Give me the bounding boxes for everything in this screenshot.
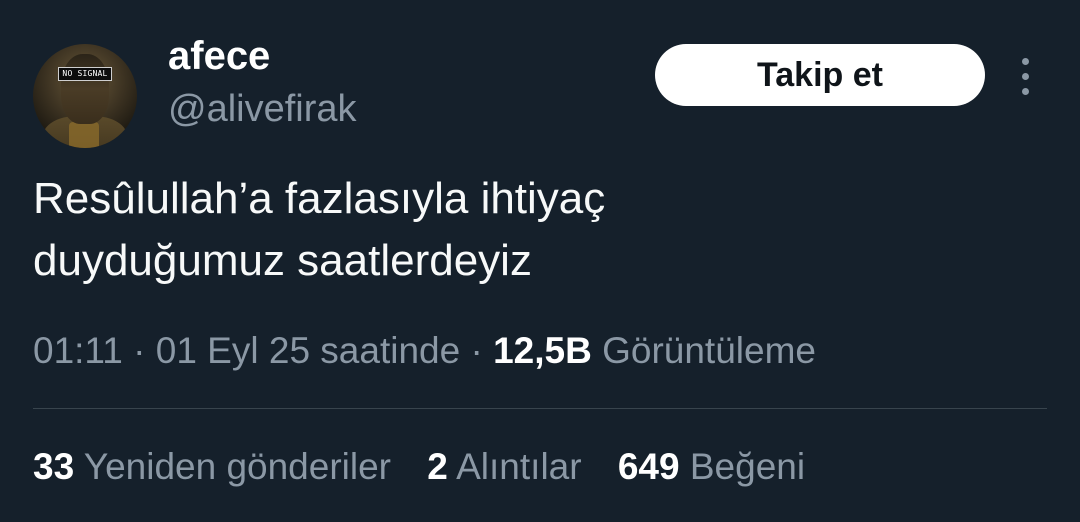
avatar[interactable]: NO SIGNAL [33,44,137,148]
more-vertical-icon[interactable] [1008,54,1044,98]
avatar-figure-jacket [69,122,99,148]
more-dot [1022,58,1029,65]
views-label[interactable]: Görüntüleme [602,330,816,371]
author-display-name[interactable]: afece [168,34,270,79]
more-dot [1022,88,1029,95]
tweet-meta: 01:11 · 01 Eyl 25 saatinde · 12,5B Görün… [33,324,816,378]
meta-separator: · [133,330,146,371]
tweet-time[interactable]: 01:11 [33,330,123,371]
quotes-stat[interactable]: 2 Alıntılar [427,440,581,494]
retweets-count: 33 [33,446,75,487]
likes-label: Beğeni [689,446,806,487]
meta-separator: · [470,330,483,371]
divider [33,408,1047,409]
tweet-text-line: duyduğumuz saatlerdeyiz [33,236,532,285]
tweet-text: Resûlullah’a fazlasıyla ihtiyaç duyduğum… [33,168,1033,292]
views-count[interactable]: 12,5B [493,330,592,371]
quotes-label: Alıntılar [456,446,582,487]
more-dot [1022,73,1029,80]
avatar-no-signal-label: NO SIGNAL [58,67,112,81]
tweet-text-line: Resûlullah’a fazlasıyla ihtiyaç [33,174,606,223]
likes-stat[interactable]: 649 Beğeni [618,440,805,494]
tweet-date[interactable]: 01 Eyl 25 saatinde [156,330,460,371]
tweet-card: NO SIGNAL afece @alivefirak Takip et Res… [0,0,1080,522]
engagement-stats: 33 Yeniden gönderiler 2 Alıntılar 649 Be… [33,440,831,494]
retweets-label: Yeniden gönderiler [83,446,392,487]
retweets-stat[interactable]: 33 Yeniden gönderiler [33,440,391,494]
likes-count: 649 [617,446,680,487]
quotes-count: 2 [427,446,448,487]
author-handle[interactable]: @alivefirak [168,88,357,131]
avatar-figure-face [61,54,109,124]
follow-button[interactable]: Takip et [655,44,985,106]
